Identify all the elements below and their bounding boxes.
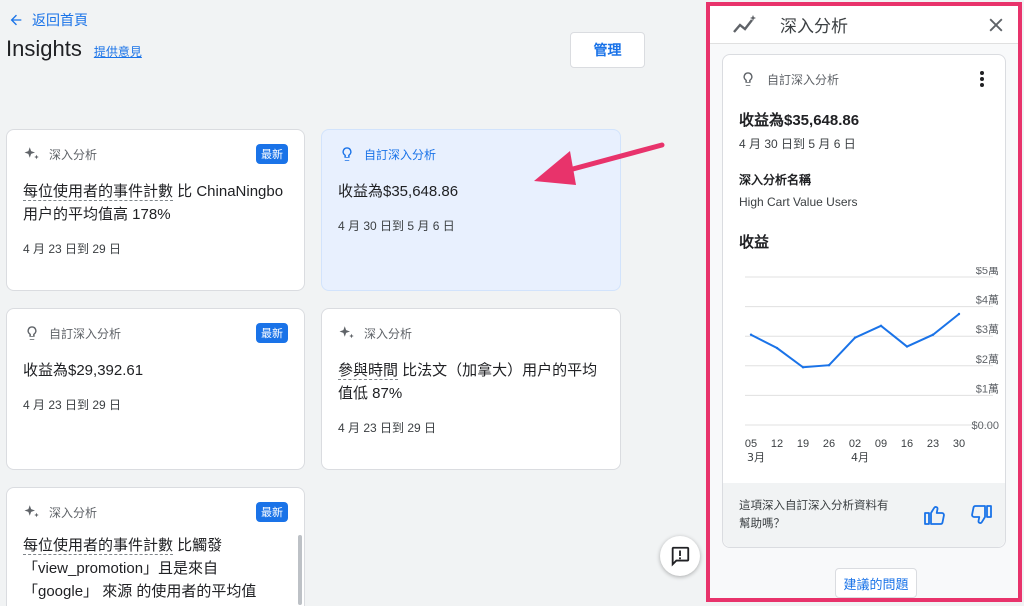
new-badge: 最新 xyxy=(256,144,288,164)
more-vert-icon[interactable] xyxy=(973,70,991,88)
new-badge: 最新 xyxy=(256,502,288,522)
y-tick-label: $3萬 xyxy=(976,323,999,336)
data-point xyxy=(749,333,753,336)
y-tick-label: $2萬 xyxy=(976,353,999,366)
card-date: 4 月 23 日到 29 日 xyxy=(23,398,122,412)
x-tick-label: 23 xyxy=(927,438,939,450)
annotation-arrow-icon xyxy=(534,142,665,185)
data-point xyxy=(827,364,831,367)
lightbulb-icon xyxy=(27,326,37,340)
detail-header: 自訂深入分析 xyxy=(723,55,1005,89)
x-month-label: 3月 xyxy=(747,451,765,464)
card-type: 深入分析 xyxy=(49,147,98,162)
sparkle-icon xyxy=(339,326,354,339)
card-date: 4 月 23 日到 29 日 xyxy=(23,242,122,256)
card-type: 深入分析 xyxy=(364,326,413,341)
detail-value: 收益為$35,648.86 xyxy=(739,112,860,129)
insight-card[interactable]: 深入分析 最新 每位使用者的事件計數 比 ChinaNingbo 用户的平均值高… xyxy=(6,129,305,291)
panel-header: 深入分析 xyxy=(710,6,1018,44)
metric-term: 每位使用者的事件計數 xyxy=(23,183,174,201)
x-tick-label: 12 xyxy=(771,438,783,450)
scrollbar[interactable] xyxy=(298,535,302,605)
detail-name-label: 深入分析名稱 xyxy=(739,173,812,187)
card-header: 深入分析 最新 xyxy=(23,144,288,164)
card-text: 參與時間 比法文（加拿大）用户的平均值低 87% xyxy=(338,359,604,405)
feedback-float-button[interactable] xyxy=(660,536,700,576)
back-label: 返回首頁 xyxy=(32,12,88,28)
lightbulb-icon xyxy=(342,147,352,161)
new-badge: 最新 xyxy=(256,323,288,343)
back-link[interactable]: 返回首頁 xyxy=(8,10,88,30)
revenue-series-line xyxy=(750,313,960,369)
y-tick-label: $4萬 xyxy=(976,294,999,307)
x-tick-label: 09 xyxy=(875,438,887,450)
y-tick-label: $0.00 xyxy=(971,420,999,432)
metric-term: 每位使用者的事件計數 xyxy=(23,537,174,555)
detail-type: 自訂深入分析 xyxy=(767,72,840,87)
detail-date: 4 月 30 日到 5 月 6 日 xyxy=(739,137,856,151)
detail-chart-title: 收益 xyxy=(739,234,770,251)
thumbs-down-icon[interactable] xyxy=(969,503,993,527)
insight-card[interactable]: 深入分析 最新 每位使用者的事件計數 比觸發「view_promotion」且是… xyxy=(6,487,305,606)
insight-panel: 深入分析 自訂深入分析 收益為$35,648.86 4 月 30 日到 5 月 … xyxy=(706,2,1022,602)
card-text: 每位使用者的事件計數 比 ChinaNingbo 用户的平均值高 178% xyxy=(23,180,288,226)
feedback-link[interactable]: 提供意見 xyxy=(94,43,142,60)
page-title: Insights xyxy=(6,36,82,61)
x-tick-label: 30 xyxy=(953,438,965,450)
revenue-line-chart: $0.00 $1萬 $2萬 $3萬 $4萬 $5萬 05 12 19 26 02 09 16 23 30 3月… xyxy=(745,267,999,464)
thumbs-up-icon[interactable] xyxy=(923,503,947,527)
data-point xyxy=(931,333,935,336)
card-date: 4 月 23 日到 29 日 xyxy=(338,421,437,435)
sparkle-icon xyxy=(24,505,39,518)
data-point xyxy=(853,336,857,339)
x-tick-label: 16 xyxy=(901,438,913,450)
card-header: 自訂深入分析 最新 xyxy=(23,323,288,343)
helpful-section: 這項深入自訂深入分析資料有幫助嗎？ xyxy=(723,483,1005,547)
x-month-label: 4月 xyxy=(851,451,869,464)
card-text: 每位使用者的事件計數 比觸發「view_promotion」且是來自「googl… xyxy=(23,534,288,603)
x-tick-label: 19 xyxy=(797,438,809,450)
card-header: 深入分析 最新 xyxy=(23,502,288,522)
data-point xyxy=(801,366,805,369)
lightbulb-icon xyxy=(743,72,753,86)
helpful-question: 這項深入自訂深入分析資料有幫助嗎？ xyxy=(739,500,889,530)
insight-detail-card: 自訂深入分析 收益為$35,648.86 4 月 30 日到 5 月 6 日 深… xyxy=(722,54,1006,548)
manage-button[interactable]: 管理 xyxy=(570,32,645,68)
y-tick-label: $1萬 xyxy=(976,382,999,395)
card-header: 深入分析 xyxy=(338,323,604,343)
trend-sparkle-icon xyxy=(733,14,756,33)
card-type: 自訂深入分析 xyxy=(49,326,122,341)
detail-name: High Cart Value Users xyxy=(739,195,858,209)
x-tick-label: 05 xyxy=(745,438,757,450)
data-point xyxy=(775,346,779,350)
data-point xyxy=(879,324,883,328)
feedback-icon xyxy=(671,546,690,567)
sparkle-icon xyxy=(24,147,39,160)
suggested-questions-button[interactable]: 建議的問題 xyxy=(835,568,917,598)
card-type: 自訂深入分析 xyxy=(364,147,437,162)
title-row: Insights 提供意見 xyxy=(6,36,142,62)
arrow-left-icon xyxy=(10,14,22,26)
metric-term: 參與時間 xyxy=(338,362,399,380)
card-text: 收益為$29,392.61 xyxy=(23,362,144,379)
data-point xyxy=(905,345,909,348)
data-point xyxy=(957,312,961,316)
card-type: 深入分析 xyxy=(49,505,98,520)
panel-title: 深入分析 xyxy=(780,17,848,36)
insight-card[interactable]: 自訂深入分析 最新 收益為$29,392.61 4 月 23 日到 29 日 xyxy=(6,308,305,470)
close-icon[interactable] xyxy=(986,15,1006,35)
x-tick-label: 02 xyxy=(849,438,861,450)
x-tick-label: 26 xyxy=(823,438,835,450)
insight-card[interactable]: 深入分析 參與時間 比法文（加拿大）用户的平均值低 87% 4 月 23 日到 … xyxy=(321,308,621,470)
y-tick-label: $5萬 xyxy=(976,267,999,277)
card-date: 4 月 30 日到 5 月 6 日 xyxy=(338,219,455,233)
